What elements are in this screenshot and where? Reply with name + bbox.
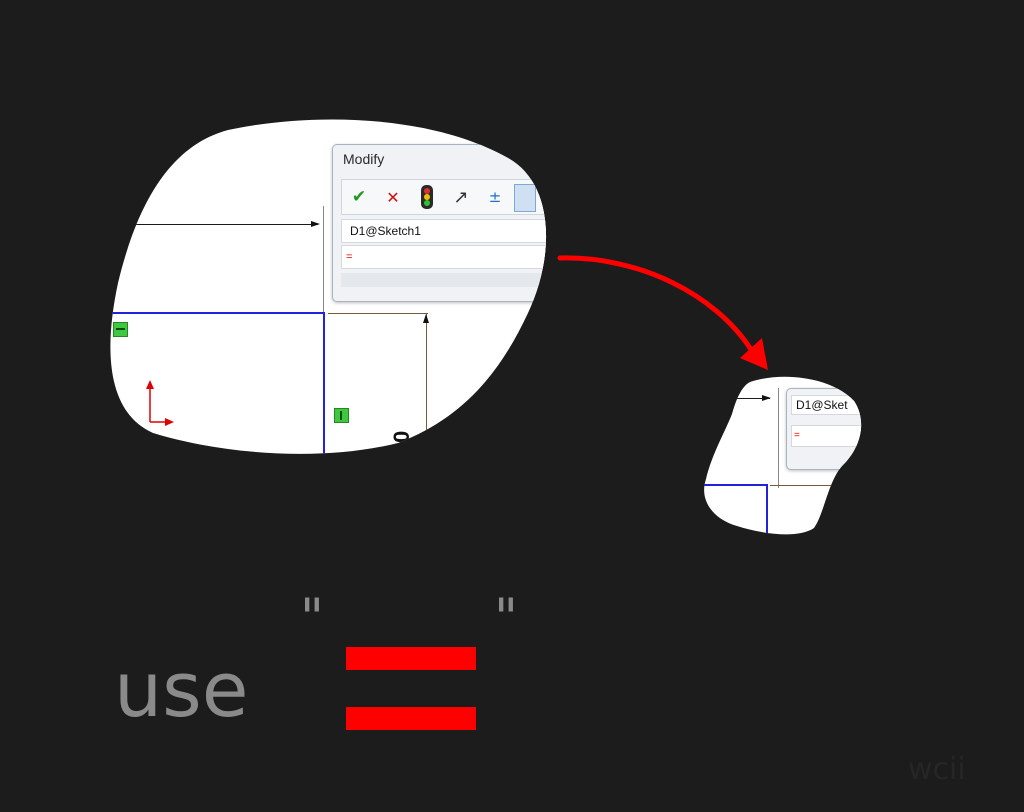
dimension-name-field: D1@Sket <box>791 395 862 415</box>
dialog-toolbar: ✔ ✕ ↗ ± <box>341 179 550 215</box>
watermark: wcii <box>908 752 966 787</box>
sketch-line-right[interactable] <box>323 312 325 456</box>
horizontal-relation-badge <box>113 322 128 337</box>
origin-icon <box>138 380 178 430</box>
check-icon[interactable]: ✔ <box>346 184 372 210</box>
dialog-footer <box>341 273 550 287</box>
dimension-extension-line <box>770 485 862 486</box>
extension-line <box>323 206 324 328</box>
open-quote: " <box>300 588 324 648</box>
dimension-extension-line <box>328 313 428 314</box>
dimension-arrowhead <box>762 395 771 401</box>
close-icon[interactable]: ✕ <box>380 184 406 210</box>
dimension-value-input[interactable]: = <box>791 425 862 447</box>
mark-dimension-icon[interactable]: ± <box>482 184 508 210</box>
dimension-name-field: D1@Sketch1 <box>341 219 550 243</box>
reverse-direction-icon[interactable]: ↗ <box>448 184 474 210</box>
modify-dialog-small: D1@Sket = <box>786 388 862 470</box>
zoom-callout-small: D1@Sket = <box>702 374 862 536</box>
sketch-line-top[interactable] <box>108 312 325 314</box>
caption-word: use <box>114 645 249 734</box>
equals-sign-bottom-bar <box>346 707 476 730</box>
dimension-arrowhead <box>311 221 320 227</box>
rebuild-icon[interactable] <box>414 184 440 210</box>
zoom-callout-large: 50 Modify ✔ ✕ ↗ ± D1@Sketch1 = <box>108 118 550 456</box>
sketch-line-right[interactable] <box>766 484 768 536</box>
sketch-line-top[interactable] <box>702 484 768 486</box>
dialog-title: Modify <box>343 151 385 167</box>
curved-arrow-icon <box>557 255 768 370</box>
dimension-line-vertical <box>426 313 427 456</box>
equals-sign-top-bar <box>346 647 476 670</box>
dimension-value-label[interactable]: 50 <box>389 431 415 455</box>
modify-dialog: Modify ✔ ✕ ↗ ± D1@Sketch1 = <box>332 144 550 302</box>
dimension-arrowhead-up <box>423 314 429 323</box>
more-options-button[interactable] <box>514 184 536 212</box>
close-quote: " <box>494 588 518 648</box>
extension-line <box>778 388 779 488</box>
dimension-value-input[interactable]: = <box>341 245 550 269</box>
vertical-relation-badge <box>334 408 349 423</box>
dimension-line-horizontal <box>108 224 318 225</box>
